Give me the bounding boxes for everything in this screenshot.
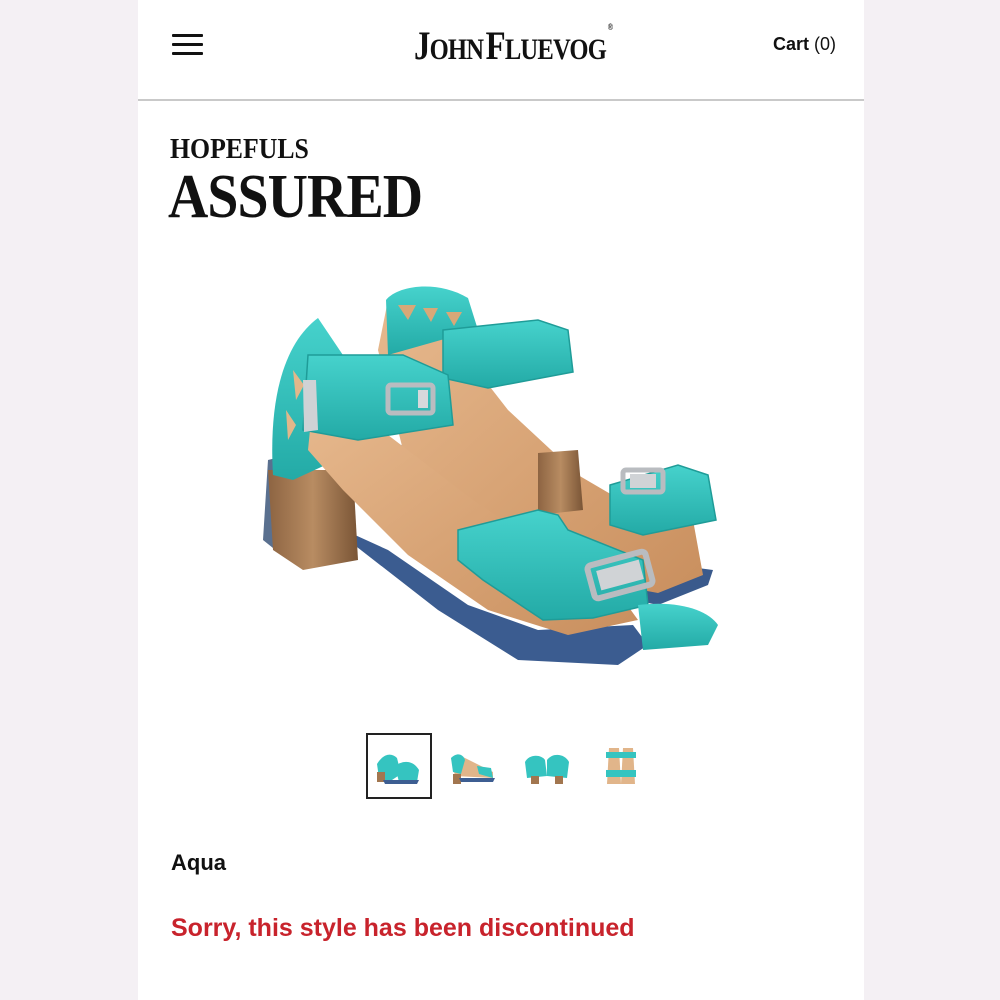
thumbnail-side-profile[interactable] (440, 733, 506, 799)
sandal-thumbnail-icon (525, 754, 569, 784)
thumbnail-angled-pair[interactable] (366, 733, 432, 799)
header-divider (138, 99, 864, 101)
right-backdrop (864, 0, 1000, 1000)
brand-logo[interactable]: JOHN FLUEVOG® (414, 22, 613, 68)
left-backdrop (0, 0, 138, 1000)
thumbnail-front-pair[interactable] (514, 733, 580, 799)
sandal-product-image (263, 286, 718, 665)
hamburger-menu-icon[interactable] (172, 32, 204, 58)
cart-count: (0) (814, 34, 836, 54)
logo-initial-second: F (485, 23, 506, 68)
logo-initial-first: J (414, 23, 430, 68)
sandal-thumbnail-icon (377, 754, 419, 784)
logo-rest-first: OHN (429, 33, 484, 66)
logo-rest-second: LUEVOG (504, 33, 607, 66)
registered-mark: ® (607, 22, 613, 32)
product-title: ASSURED (168, 163, 423, 231)
sandal-thumbnail-icon (606, 748, 636, 784)
product-page: JOHN FLUEVOG® Cart (0) HOPEFULS ASSURED (138, 0, 864, 1000)
color-name: Aqua (171, 850, 226, 875)
discontinued-notice: Sorry, this style has been discontinued (171, 914, 635, 942)
site-header: JOHN FLUEVOG® Cart (0) (138, 0, 864, 101)
thumbnail-strip (366, 733, 654, 801)
cart-link[interactable]: Cart (0) (773, 34, 836, 55)
thumbnail-top-down-pair[interactable] (588, 733, 654, 799)
sandal-thumbnail-icon (451, 754, 495, 784)
cart-label: Cart (772, 34, 809, 54)
